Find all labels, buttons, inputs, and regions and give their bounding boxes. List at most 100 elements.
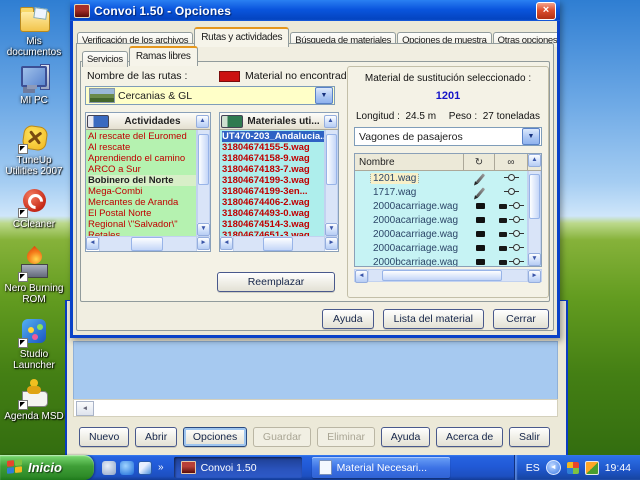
desktop-icon-tuneup[interactable]: TuneUp Utilities 2007: [2, 122, 66, 177]
chevron-down-icon[interactable]: ▼: [315, 87, 333, 104]
desktop-icon-studio-launcher[interactable]: Studio Launcher: [2, 316, 66, 371]
lista-del-material-button[interactable]: Lista del material: [383, 309, 484, 329]
column-header-nombre[interactable]: Nombre: [355, 154, 464, 170]
quick-launch-more-icon[interactable]: »: [158, 462, 164, 473]
desktop-icon-mi-pc[interactable]: MI PC: [2, 62, 66, 106]
scroll-left-icon[interactable]: ◄: [220, 237, 233, 250]
list-item[interactable]: 31804674158-9.wag: [222, 153, 324, 164]
scroll-up-icon[interactable]: ▲: [324, 115, 337, 128]
vertical-scrollbar[interactable]: ▼: [324, 130, 338, 236]
ayuda-dialog-button[interactable]: Ayuda: [322, 309, 374, 329]
abrir-button[interactable]: Abrir: [135, 427, 177, 447]
table-row[interactable]: 1717.wag: [355, 185, 527, 199]
list-item[interactable]: Mercantes de Aranda: [88, 197, 196, 208]
scroll-right-icon[interactable]: ►: [325, 237, 338, 250]
ayuda-button[interactable]: Ayuda: [381, 427, 431, 447]
dialog-titlebar[interactable]: Convoi 1.50 - Opciones ×: [70, 0, 560, 21]
desktop-icon-nero[interactable]: Nero Burning ROM: [2, 250, 66, 305]
tray-icon-2[interactable]: [585, 461, 599, 475]
list-item-selected[interactable]: Bobinero del Norte: [88, 175, 196, 186]
list-item[interactable]: 31804674199-3.wag: [222, 175, 324, 186]
list-item[interactable]: Aprendiendo el camino: [88, 153, 196, 164]
tray-icon-1[interactable]: [567, 462, 579, 474]
pencil-icon: [475, 173, 484, 183]
coupling-column-icon[interactable]: ∞: [495, 154, 528, 170]
category-combobox[interactable]: Vagones de pasajeros ▼: [354, 127, 542, 146]
vertical-scrollbar[interactable]: ▼: [196, 130, 210, 236]
scroll-left-icon[interactable]: ◄: [86, 237, 99, 250]
table-row-selected[interactable]: 1201.wag: [355, 171, 527, 185]
chevron-down-icon[interactable]: ▼: [522, 128, 540, 145]
quick-launch-icon-1[interactable]: [102, 461, 116, 475]
scroll-left-icon[interactable]: ◄: [355, 270, 368, 283]
list-item[interactable]: Al rescate del Euromed: [88, 131, 196, 142]
shortcut-arrow-icon: [18, 208, 28, 218]
substitution-value: 1201: [348, 90, 548, 102]
desktop-icon-label: CCleaner: [2, 219, 66, 230]
desktop-icon-label: Studio Launcher: [2, 349, 66, 371]
list-item[interactable]: Regional \"Salvador\": [88, 219, 196, 230]
list-item[interactable]: 31804674406-2.wag: [222, 197, 324, 208]
table-row[interactable]: 2000bcarriage.wag: [355, 255, 527, 266]
coupler-icon: [504, 188, 519, 196]
scroll-down-icon[interactable]: ▼: [197, 223, 210, 236]
scroll-up-icon[interactable]: ▲: [528, 154, 541, 167]
hide-icons-chevron-icon[interactable]: ◄: [546, 460, 561, 475]
cerrar-button[interactable]: Cerrar: [493, 309, 549, 329]
desktop-icon-ccleaner[interactable]: CCleaner: [2, 186, 66, 230]
horizontal-scrollbar[interactable]: ◄ ►: [220, 236, 338, 251]
list-item[interactable]: El Postal Norte: [88, 208, 196, 219]
tab-rutas-y-actividades[interactable]: Rutas y actividades: [194, 27, 289, 47]
reemplazar-button[interactable]: Reemplazar: [217, 272, 335, 292]
list-item[interactable]: 31804674155-5.wag: [222, 142, 324, 153]
internet-explorer-icon[interactable]: [120, 461, 134, 475]
activities-header: Actividades: [111, 116, 194, 127]
vertical-scrollbar[interactable]: ▼: [527, 171, 541, 266]
list-item[interactable]: Al rescate: [88, 142, 196, 153]
list-item[interactable]: 31804674493-0.wag: [222, 208, 324, 219]
language-indicator[interactable]: ES: [526, 462, 540, 474]
desktop-icon-mis-documentos[interactable]: Mis documentos: [2, 3, 66, 58]
desktop-icon-label: Mis documentos: [2, 36, 66, 58]
my-documents-icon: [20, 11, 50, 32]
materials-header: Materiales uti...: [245, 116, 322, 127]
materials-list: UT470-203_Andalucia... 31804674155-5.wag…: [220, 130, 324, 236]
tab-ramas-libres[interactable]: Ramas libres: [129, 46, 198, 66]
scroll-right-icon[interactable]: ►: [197, 237, 210, 250]
reverse-column-icon[interactable]: ↻: [464, 154, 495, 170]
wagon-icon: [499, 204, 507, 209]
table-row[interactable]: 2000acarriage.wag: [355, 213, 527, 227]
list-item-selected[interactable]: UT470-203_Andalucia...: [222, 131, 324, 142]
nuevo-button[interactable]: Nuevo: [79, 427, 129, 447]
salir-button[interactable]: Salir: [509, 427, 550, 447]
tab-servicios[interactable]: Servicios: [82, 51, 128, 67]
scroll-right-icon[interactable]: ►: [528, 270, 541, 283]
wagon-icon: [476, 231, 485, 237]
table-row[interactable]: 2000acarriage.wag: [355, 241, 527, 255]
close-button[interactable]: ×: [536, 2, 556, 20]
list-item[interactable]: 31804674199-3en...: [222, 186, 324, 197]
table-row[interactable]: 2000acarriage.wag: [355, 227, 527, 241]
start-button[interactable]: Inicio: [0, 455, 94, 480]
taskbar-task-convoi[interactable]: Convoi 1.50: [174, 457, 302, 478]
desktop-icon-agenda-msd[interactable]: Agenda MSD: [2, 378, 66, 422]
list-item[interactable]: 31804674514-3.wag: [222, 219, 324, 230]
table-row[interactable]: 2000acarriage.wag: [355, 199, 527, 213]
list-item[interactable]: ARCO a Sur: [88, 164, 196, 175]
acerca-de-button[interactable]: Acerca de: [436, 427, 503, 447]
scroll-down-icon[interactable]: ▼: [325, 223, 338, 236]
wagon-icon: [476, 203, 485, 209]
scroll-left-icon[interactable]: ◄: [76, 401, 94, 416]
train-icon: [221, 115, 243, 128]
quick-launch-icon-3[interactable]: [138, 461, 152, 475]
opciones-button[interactable]: Opciones: [183, 427, 247, 447]
taskbar-task-material-necesario[interactable]: Material Necesari...: [312, 457, 450, 478]
scroll-up-icon[interactable]: ▲: [196, 115, 209, 128]
route-combobox[interactable]: Cercanias & GL ▼: [85, 86, 335, 105]
scroll-down-icon[interactable]: ▼: [528, 253, 541, 266]
list-item[interactable]: Mega-Combi: [88, 186, 196, 197]
horizontal-scrollbar[interactable]: ◄ ►: [354, 269, 542, 282]
main-window-hscroll[interactable]: ◄: [73, 399, 558, 417]
list-item[interactable]: 31804674183-7.wag: [222, 164, 324, 175]
horizontal-scrollbar[interactable]: ◄ ►: [86, 236, 210, 251]
